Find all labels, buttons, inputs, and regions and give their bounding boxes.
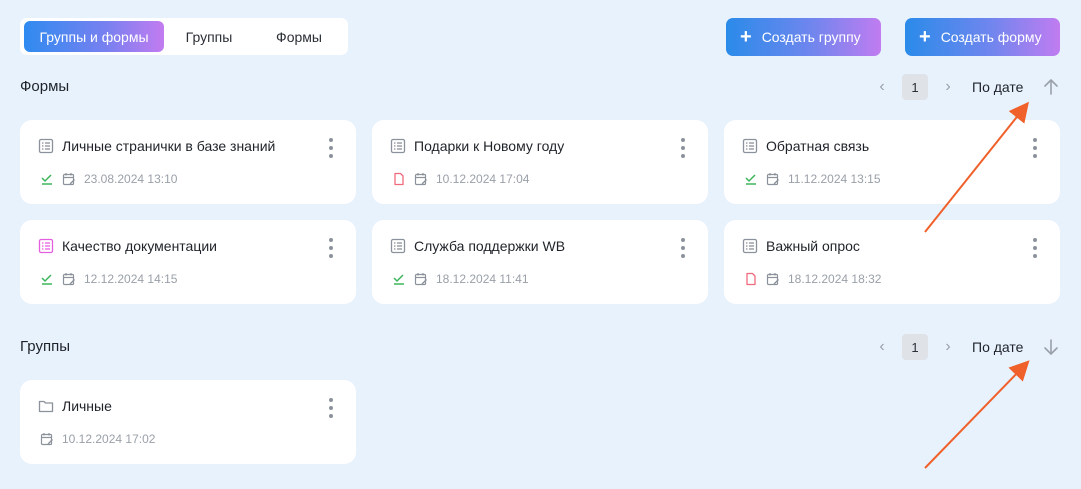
calendar-edit-icon xyxy=(414,173,427,186)
group-card[interactable]: Личные 10.12.2024 17:02 xyxy=(20,380,356,464)
form-card[interactable]: Подарки к Новому году 10.12.2024 17:04 xyxy=(372,120,708,204)
groups-section-title: Группы xyxy=(20,338,70,355)
sort-label[interactable]: По дате xyxy=(972,79,1023,95)
create-form-button[interactable]: + Создать форму xyxy=(905,18,1060,56)
calendar-edit-icon xyxy=(766,273,779,286)
create-group-button[interactable]: + Создать группу xyxy=(726,18,881,56)
create-form-label: Создать форму xyxy=(940,29,1042,45)
card-title-row: Подарки к Новому году xyxy=(390,138,564,154)
card-meta: 18.12.2024 18:32 xyxy=(744,272,881,286)
sort-label[interactable]: По дате xyxy=(972,339,1023,355)
prev-page-icon[interactable]: ‹ xyxy=(876,338,888,356)
more-menu-icon[interactable] xyxy=(328,138,334,158)
card-title-row: Личные странички в базе знаний xyxy=(38,138,275,154)
tab-groups-and-forms[interactable]: Группы и формы xyxy=(24,21,164,52)
tab-forms[interactable]: Формы xyxy=(254,21,344,52)
more-menu-icon[interactable] xyxy=(680,138,686,158)
calendar-edit-icon xyxy=(62,273,75,286)
calendar-edit-icon xyxy=(766,173,779,186)
folder-icon xyxy=(38,400,54,413)
card-title-row: Важный опрос xyxy=(742,238,860,254)
card-meta: 23.08.2024 13:10 xyxy=(40,172,177,186)
published-check-icon xyxy=(41,274,52,285)
more-menu-icon[interactable] xyxy=(1032,238,1038,258)
form-card[interactable]: Качество документации 12.12.2024 14:15 xyxy=(20,220,356,304)
card-date: 10.12.2024 17:02 xyxy=(62,432,156,446)
card-title: Качество документации xyxy=(62,238,218,254)
card-title-row: Обратная связь xyxy=(742,138,869,154)
form-card[interactable]: Служба поддержки WB 18.12.2024 11:41 xyxy=(372,220,708,304)
form-card[interactable]: Обратная связь 11.12.2024 13:15 xyxy=(724,120,1060,204)
form-card[interactable]: Личные странички в базе знаний 23.08.202… xyxy=(20,120,356,204)
sort-down-icon[interactable] xyxy=(1041,337,1061,357)
form-icon xyxy=(390,138,406,154)
published-check-icon xyxy=(745,174,756,185)
card-title-row: Служба поддержки WB xyxy=(390,238,565,254)
plus-icon: + xyxy=(740,26,752,48)
calendar-edit-icon xyxy=(40,433,53,446)
more-menu-icon[interactable] xyxy=(1032,138,1038,158)
form-icon xyxy=(38,238,54,254)
form-icon xyxy=(742,238,758,254)
card-date: 12.12.2024 14:15 xyxy=(84,272,178,286)
annotation-arrow-down xyxy=(924,360,1030,469)
card-date: 11.12.2024 13:15 xyxy=(788,172,881,186)
calendar-edit-icon xyxy=(62,173,75,186)
plus-icon: + xyxy=(919,26,931,48)
card-meta: 12.12.2024 14:15 xyxy=(40,272,177,286)
card-date: 10.12.2024 17:04 xyxy=(436,172,530,186)
draft-file-icon xyxy=(394,172,404,186)
more-menu-icon[interactable] xyxy=(328,398,334,418)
card-title: Личные странички в базе знаний xyxy=(62,138,276,154)
calendar-edit-icon xyxy=(414,273,427,286)
tab-groups[interactable]: Группы xyxy=(164,21,254,52)
view-tabs: Группы и формы Группы Формы xyxy=(20,18,348,55)
next-page-icon[interactable]: › xyxy=(942,78,954,96)
more-menu-icon[interactable] xyxy=(328,238,334,258)
forms-section-title: Формы xyxy=(20,78,70,95)
card-meta: 10.12.2024 17:02 xyxy=(40,432,155,446)
draft-file-icon xyxy=(746,272,756,286)
card-date: 23.08.2024 13:10 xyxy=(84,172,178,186)
prev-page-icon[interactable]: ‹ xyxy=(876,78,888,96)
card-meta: 11.12.2024 13:15 xyxy=(744,172,881,186)
card-title-row: Качество документации xyxy=(38,238,217,254)
card-meta: 18.12.2024 11:41 xyxy=(392,272,529,286)
next-page-icon[interactable]: › xyxy=(942,338,954,356)
card-title: Обратная связь xyxy=(766,138,870,154)
card-meta: 10.12.2024 17:04 xyxy=(392,172,529,186)
forms-pager: ‹ 1 › По дате xyxy=(876,74,1061,100)
card-date: 18.12.2024 18:32 xyxy=(788,272,882,286)
card-title: Служба поддержки WB xyxy=(414,238,566,254)
published-check-icon xyxy=(41,174,52,185)
card-title: Личные xyxy=(62,398,112,414)
form-card[interactable]: Важный опрос 18.12.2024 18:32 xyxy=(724,220,1060,304)
card-title: Подарки к Новому году xyxy=(414,138,565,154)
card-title-row: Личные xyxy=(38,398,112,414)
form-icon xyxy=(390,238,406,254)
groups-pager: ‹ 1 › По дате xyxy=(876,334,1061,360)
form-icon xyxy=(38,138,54,154)
card-title: Важный опрос xyxy=(766,238,860,254)
sort-up-icon[interactable] xyxy=(1041,77,1061,97)
page-number[interactable]: 1 xyxy=(902,74,928,100)
more-menu-icon[interactable] xyxy=(680,238,686,258)
create-group-label: Создать группу xyxy=(761,29,861,45)
form-icon xyxy=(742,138,758,154)
page-number[interactable]: 1 xyxy=(902,334,928,360)
published-check-icon xyxy=(393,274,404,285)
card-date: 18.12.2024 11:41 xyxy=(436,272,529,286)
